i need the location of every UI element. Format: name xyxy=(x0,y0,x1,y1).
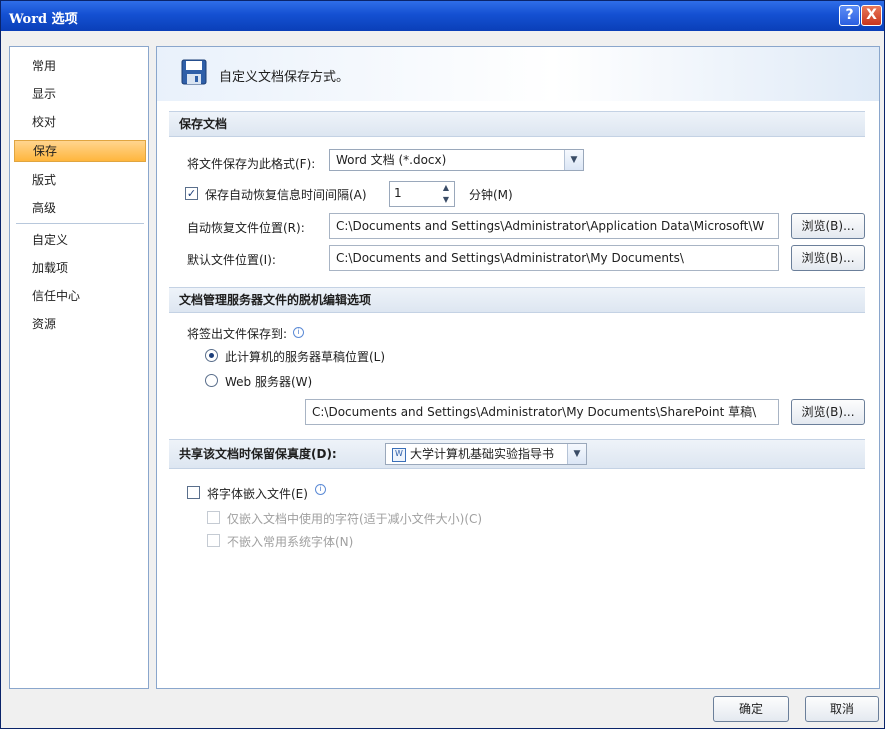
sidebar-item-common[interactable]: 常用 xyxy=(14,55,146,77)
autorecover-unit-label: 分钟(M) xyxy=(469,188,513,202)
sidebar-item-addins[interactable]: 加载项 xyxy=(14,257,146,279)
radio-web-server[interactable] xyxy=(205,374,218,387)
save-format-select[interactable]: Word 文档 (*.docx) ▼ xyxy=(329,149,584,171)
save-format-label: 将文件保存为此格式(F): xyxy=(187,157,316,171)
radio-local-drafts-label: 此计算机的服务器草稿位置(L) xyxy=(225,350,386,364)
autorecover-interval-value: 1 xyxy=(394,186,402,200)
default-path-input[interactable]: C:\Documents and Settings\Administrator\… xyxy=(329,245,779,271)
embed-fonts-label: 将字体嵌入文件(E) xyxy=(207,487,308,501)
fidelity-document-value: 大学计算机基础实验指导书 xyxy=(410,447,555,461)
drafts-path-input[interactable]: C:\Documents and Settings\Administrator\… xyxy=(305,399,779,425)
radio-local-drafts[interactable] xyxy=(205,349,218,362)
sidebar-item-display[interactable]: 显示 xyxy=(14,83,146,105)
info-icon: i xyxy=(293,327,304,338)
word-options-dialog: Word 选项 ? X 常用 显示 校对 保存 版式 高级 自定义 加载项 信任… xyxy=(0,0,885,729)
ok-button[interactable]: 确定 xyxy=(713,696,789,722)
autorecover-interval-spinner[interactable]: 1 ▲ ▼ xyxy=(389,181,455,207)
sidebar-item-customize[interactable]: 自定义 xyxy=(14,229,146,251)
default-path-label: 默认文件位置(I): xyxy=(187,253,276,267)
no-common-fonts-label: 不嵌入常用系统字体(N) xyxy=(227,535,354,549)
sidebar-item-trust-center[interactable]: 信任中心 xyxy=(14,285,146,307)
browse-drafts-button[interactable]: 浏览(B)... xyxy=(791,399,865,425)
banner-text: 自定义文档保存方式。 xyxy=(219,70,350,85)
embed-used-chars-label: 仅嵌入文档中使用的字符(适于减小文件大小)(C) xyxy=(227,512,483,526)
autorecover-checkbox[interactable]: ✓ xyxy=(185,187,198,200)
cancel-button[interactable]: 取消 xyxy=(805,696,879,722)
sidebar-item-layout[interactable]: 版式 xyxy=(14,169,146,191)
save-format-value: Word 文档 (*.docx) xyxy=(336,153,447,167)
autorecover-path-label: 自动恢复文件位置(R): xyxy=(187,221,305,235)
no-common-fonts-checkbox[interactable] xyxy=(207,534,220,547)
info-icon: i xyxy=(315,484,326,495)
floppy-disk-icon xyxy=(181,59,207,85)
help-button[interactable]: ? xyxy=(839,5,860,26)
chevron-down-icon: ▼ xyxy=(567,444,586,464)
title-bar: Word 选项 ? X xyxy=(1,1,884,31)
category-sidebar: 常用 显示 校对 保存 版式 高级 自定义 加载项 信任中心 资源 xyxy=(9,46,149,689)
autorecover-label: 保存自动恢复信息时间间隔(A) xyxy=(205,188,367,202)
checkout-label: 将签出文件保存到: xyxy=(187,327,288,341)
section-header-offline-editing: 文档管理服务器文件的脱机编辑选项 xyxy=(169,287,865,313)
chevron-down-icon: ▼ xyxy=(564,150,583,170)
embed-used-chars-checkbox[interactable] xyxy=(207,511,220,524)
sidebar-divider xyxy=(16,223,144,224)
section-header-save-documents: 保存文档 xyxy=(169,111,865,137)
browse-default-button[interactable]: 浏览(B)... xyxy=(791,245,865,271)
fidelity-document-select[interactable]: W 大学计算机基础实验指导书 ▼ xyxy=(385,443,587,465)
close-button[interactable]: X xyxy=(861,5,882,26)
window-title: Word 选项 xyxy=(9,12,78,27)
browse-autorecover-button[interactable]: 浏览(B)... xyxy=(791,213,865,239)
main-panel: 自定义文档保存方式。 保存文档 将文件保存为此格式(F): Word 文档 (*… xyxy=(156,46,880,689)
fidelity-label: 共享该文档时保留保真度(D): xyxy=(179,447,337,461)
spinner-arrows-icon[interactable]: ▲ ▼ xyxy=(438,182,454,206)
sidebar-item-proofing[interactable]: 校对 xyxy=(14,111,146,133)
embed-fonts-checkbox[interactable] xyxy=(187,486,200,499)
autorecover-path-input[interactable]: C:\Documents and Settings\Administrator\… xyxy=(329,213,779,239)
sidebar-item-resources[interactable]: 资源 xyxy=(14,313,146,335)
sidebar-item-save[interactable]: 保存 xyxy=(14,140,146,162)
sidebar-item-advanced[interactable]: 高级 xyxy=(14,197,146,219)
word-doc-icon: W xyxy=(392,448,406,462)
banner: 自定义文档保存方式。 xyxy=(157,47,879,101)
radio-web-server-label: Web 服务器(W) xyxy=(225,375,313,389)
